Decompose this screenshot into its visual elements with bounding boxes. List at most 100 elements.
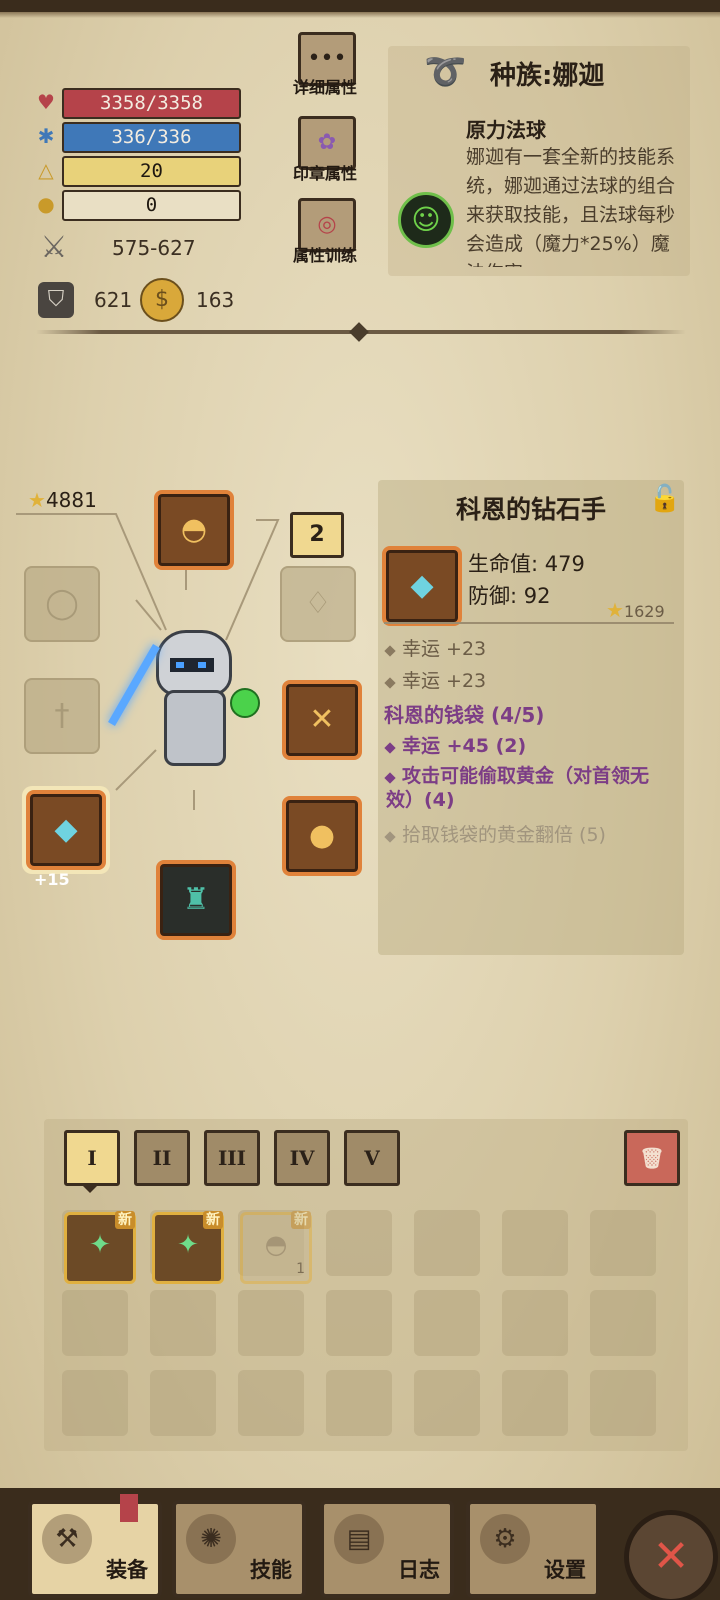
queue-badge[interactable]: 2 — [290, 512, 344, 558]
target-icon: ◎ — [317, 212, 337, 237]
selected-slot-frame: ◆ +15 — [22, 786, 110, 888]
attribute-line: 幸运 +23 — [384, 666, 486, 693]
nav-settings[interactable]: ⚙ 设置 — [466, 1500, 600, 1598]
trash-icon: 🗑 — [639, 1146, 665, 1170]
set-bonus: 幸运 +45 (2) — [384, 731, 527, 758]
belt-slot[interactable]: ● — [282, 796, 362, 876]
new-badge: 新 — [291, 1211, 311, 1229]
new-badge: 新 — [203, 1211, 223, 1229]
inventory-item[interactable]: ◓ 新 1 — [240, 1211, 312, 1284]
set-bonus-text: 幸运 +45 (2) — [402, 735, 527, 757]
amulet-slot[interactable]: ♢ — [280, 566, 356, 642]
heart-icon: ♥ — [37, 90, 55, 114]
item-score-value: 1629 — [623, 602, 665, 621]
ring-slot[interactable]: ◯ — [24, 566, 100, 642]
gear-icon: ⚙ — [480, 1514, 530, 1564]
weapon-slot[interactable]: † — [24, 678, 100, 754]
inventory-tab-4[interactable]: IV — [274, 1130, 330, 1186]
hat-icon: ◓ — [180, 512, 208, 547]
crossbow-icon: ✦ — [177, 1230, 199, 1260]
race-title: 种族:娜迦 — [490, 61, 605, 91]
slot-level: +15 — [34, 870, 70, 889]
item-hp: 生命值: 479 — [468, 552, 585, 576]
attribute-line: 幸运 +23 — [384, 634, 487, 661]
rune-icon: ✿ — [317, 130, 337, 155]
new-badge: 新 — [115, 1211, 135, 1229]
level-icon: △ — [38, 158, 54, 182]
trash-button[interactable]: 🗑 — [624, 1130, 680, 1186]
inventory-tab-3[interactable]: III — [204, 1130, 260, 1186]
rune-label: 印章属性 — [292, 164, 357, 183]
bookmark-icon — [120, 1494, 138, 1522]
gloves-slot[interactable]: ◆ +15 — [26, 790, 106, 888]
star-icon: ★ — [606, 598, 624, 622]
item-defense: 防御: 92 — [468, 584, 551, 608]
item-divider — [384, 622, 674, 624]
swords-icon: ⚔ — [40, 230, 68, 265]
gold-value: 163 — [196, 288, 235, 312]
snake-icon: ➰ — [424, 52, 467, 92]
amulet-icon: ♢ — [304, 586, 332, 621]
set-bonus-inactive: 拾取钱袋的黄金翻倍 (5) — [384, 820, 606, 847]
equipment-screen: { "stats": { "hp": "3358/3358", "mp": "3… — [0, 0, 720, 1600]
gem-glove-icon: ◆ — [54, 812, 78, 847]
nav-label: 装备 — [106, 1558, 148, 1582]
nav-skills[interactable]: ✺ 技能 — [172, 1500, 306, 1598]
set-bonus-text: 拾取钱袋的黄金翻倍 (5) — [402, 824, 606, 846]
sword-icon: † — [54, 698, 70, 733]
defense-value: 621 — [94, 288, 133, 312]
set-bonus-text: 攻击可能偷取黄金（对首领无效）(4) — [386, 765, 650, 811]
item-score: ★1629 — [606, 598, 665, 622]
set-bonus: 攻击可能偷取黄金（对首领无效）(4) — [384, 764, 672, 812]
set-title: 科恩的钱袋 (4/5) — [384, 703, 545, 727]
inventory-item[interactable]: ✦ 新 — [64, 1211, 136, 1284]
divider-ornament — [349, 322, 369, 342]
close-icon: ✕ — [652, 1531, 690, 1582]
nav-label: 日志 — [398, 1558, 440, 1582]
mp-bar: 336/336 — [62, 122, 241, 153]
details-label: 详细属性 — [292, 78, 357, 97]
level-bar: 20 — [62, 156, 241, 187]
coin-bag-icon: ● — [308, 818, 336, 853]
inventory-tab-5[interactable]: V — [344, 1130, 400, 1186]
hero-character — [108, 620, 260, 780]
nav-label: 设置 — [544, 1558, 586, 1582]
attack-value: 575-627 — [112, 236, 196, 260]
stack-count: 1 — [296, 1261, 305, 1277]
training-label: 属性训练 — [292, 246, 357, 265]
item-icon: ◆ — [382, 546, 462, 626]
axe-icon: ⚒ — [42, 1514, 92, 1564]
attribute-text: 幸运 +23 — [402, 638, 487, 660]
nav-label: 技能 — [250, 1558, 292, 1582]
mana-icon: ✱ — [37, 124, 55, 148]
helmet-slot[interactable]: ◓ — [154, 490, 234, 570]
nav-log[interactable]: ▤ 日志 — [320, 1500, 454, 1598]
naga-portrait-icon[interactable]: ☺ — [398, 192, 454, 248]
gem-glove-icon: ◆ — [410, 568, 434, 603]
shield-icon: ⛉ — [38, 282, 74, 318]
crossbow-icon: ✕ — [309, 702, 335, 737]
armor-icon: ♜ — [182, 882, 210, 917]
top-border — [0, 0, 720, 18]
crossbow-icon: ✦ — [89, 1230, 111, 1260]
unlock-icon[interactable]: 🔓 — [648, 482, 682, 516]
nav-equipment[interactable]: ⚒ 装备 — [28, 1494, 162, 1598]
inventory-tab-2[interactable]: II — [134, 1130, 190, 1186]
points-icon: ● — [37, 192, 55, 216]
gold-icon: $ — [140, 278, 184, 322]
points-bar: 0 — [62, 190, 241, 221]
active-tab-pointer — [82, 1185, 98, 1193]
armor-slot[interactable]: ♜ — [156, 860, 236, 940]
item-name: 科恩的钻石手 — [455, 495, 606, 524]
ring-icon: ◯ — [45, 586, 79, 621]
race-description: 娜迦有一套全新的技能系统，娜迦通过法球的组合来获取技能，且法球每秒会造成（魔力*… — [466, 146, 676, 267]
offhand-slot[interactable]: ✕ — [282, 680, 362, 760]
helmet-icon: ◓ — [264, 1230, 288, 1260]
skill-icon: ✺ — [186, 1514, 236, 1564]
close-button[interactable]: ✕ — [624, 1510, 718, 1600]
log-icon: ▤ — [334, 1514, 384, 1564]
ellipsis-icon: ••• — [307, 46, 347, 71]
inventory-item[interactable]: ✦ 新 — [152, 1211, 224, 1284]
inventory-tab-1[interactable]: I — [64, 1130, 120, 1186]
skill-name: 原力法球 — [466, 118, 546, 142]
